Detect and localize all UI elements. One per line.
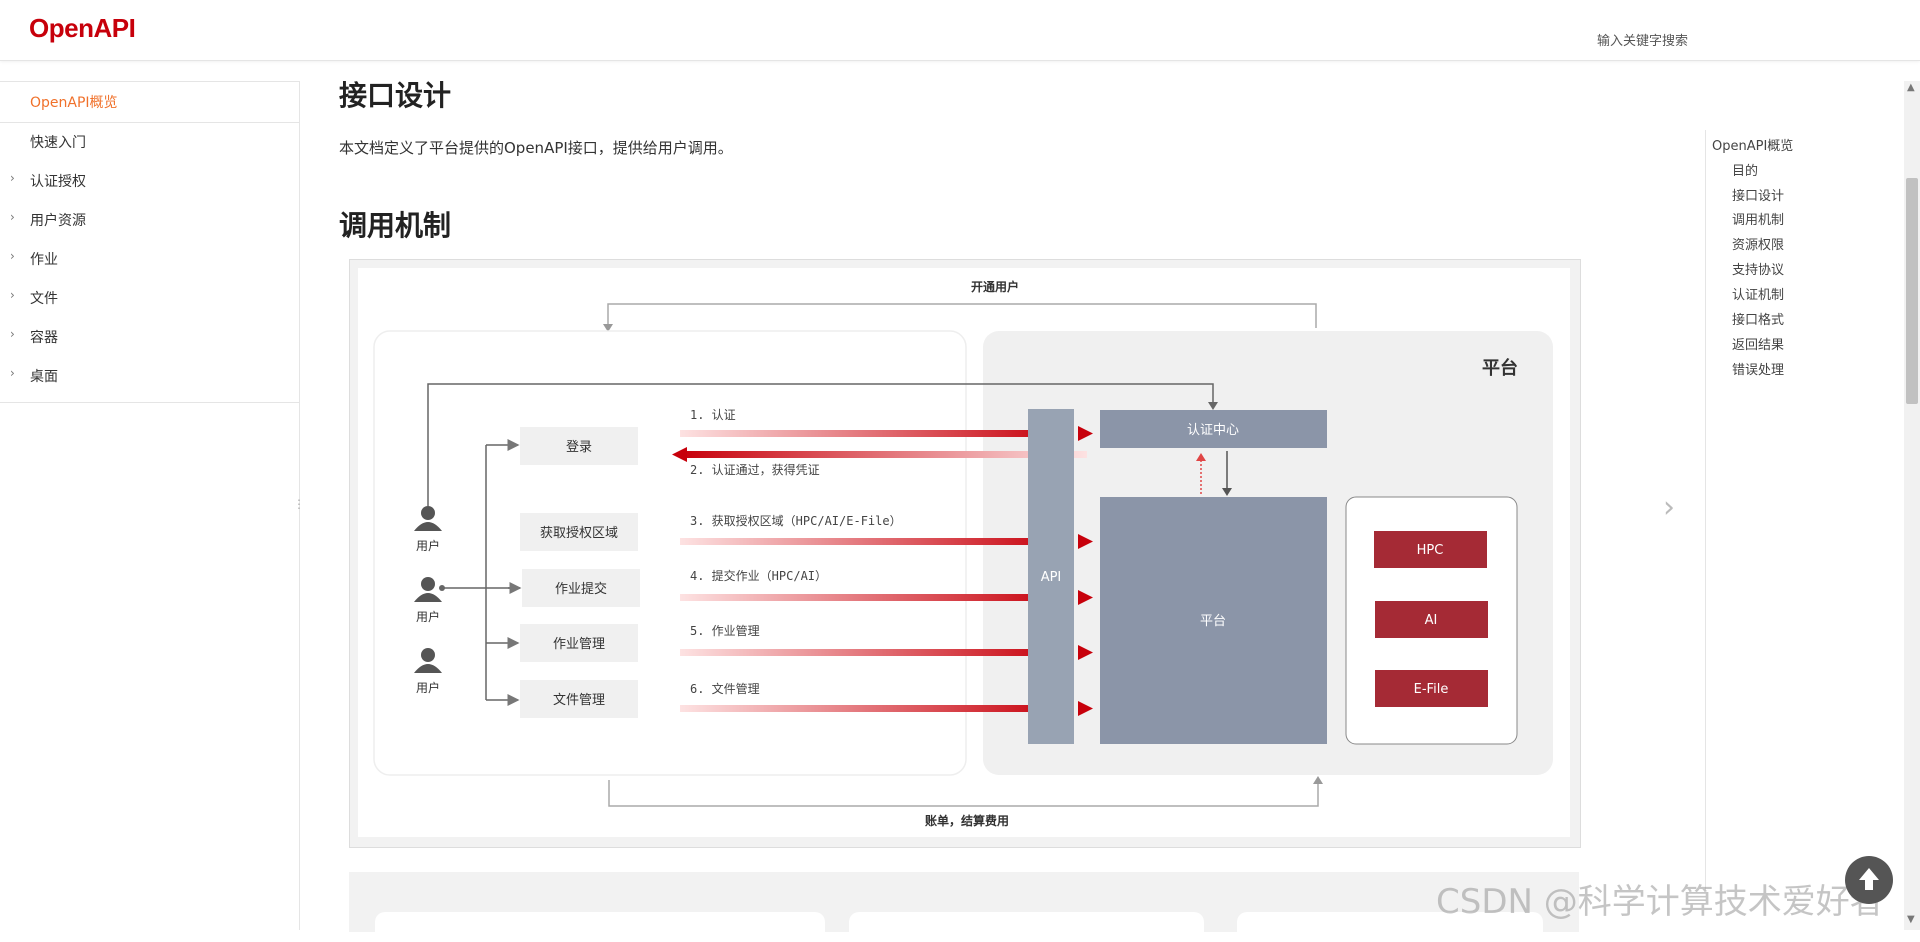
call-mechanism-diagram: 开通用户 账单，结算费用 平台 用户 用户 用户 登录 获取授权区域 作业提交 … (358, 268, 1570, 837)
action-label: 获取授权区域 (540, 525, 618, 541)
sidebar-item-quickstart[interactable]: 快速入门 (0, 122, 299, 160)
user-label: 用户 (416, 680, 440, 695)
diagram-svg: 开通用户 账单，结算费用 平台 用户 用户 用户 登录 获取授权区域 作业提交 … (373, 279, 1553, 828)
arrow-up-icon (1859, 868, 1879, 890)
chevron-right-icon[interactable]: › (1663, 490, 1675, 525)
sidebar-item-jobs[interactable]: › 作业 (0, 239, 299, 277)
step-label: 2. 认证通过，获得凭证 (690, 462, 820, 477)
sidebar-item-label: 文件 (30, 291, 58, 307)
sidebar-item-desktop[interactable]: › 桌面 (0, 356, 299, 394)
scroll-up-icon[interactable]: ▲ (1907, 82, 1915, 93)
platform-box-label: 平台 (1200, 614, 1226, 629)
watermark: CSDN @科学计算技术爱好者 (1436, 882, 1884, 922)
action-label: 文件管理 (553, 693, 605, 708)
arrow-step-5 (680, 649, 1065, 656)
toc-item[interactable]: 调用机制 (1732, 209, 1784, 228)
page-title: 接口设计 (339, 79, 452, 112)
step-label: 5. 作业管理 (690, 623, 760, 638)
section-title: 调用机制 (339, 209, 452, 242)
sidebar: OpenAPI概览 快速入门 › 认证授权 › 用户资源 › 作业 › 文件 ›… (0, 81, 300, 930)
service-label: AI (1425, 613, 1438, 628)
sidebar-item-auth[interactable]: › 认证授权 (0, 161, 299, 199)
chevron-right-icon: › (10, 366, 15, 380)
chevron-right-icon: › (10, 327, 15, 341)
toc-item[interactable]: 认证机制 (1732, 284, 1784, 303)
toc-divider (1705, 130, 1706, 890)
next-diagram-panel (375, 912, 825, 942)
sidebar-nav: OpenAPI概览 快速入门 › 认证授权 › 用户资源 › 作业 › 文件 ›… (0, 81, 299, 403)
search-input[interactable]: 输入关键字搜索 (1597, 30, 1688, 49)
arrow-step-1 (680, 430, 1065, 437)
action-label: 登录 (566, 440, 592, 455)
chevron-right-icon: › (10, 171, 15, 185)
sidebar-resize-handle[interactable]: ⋮ (293, 497, 305, 511)
sidebar-item-label: 桌面 (30, 369, 58, 385)
chevron-right-icon: › (10, 288, 15, 302)
auth-center-label: 认证中心 (1187, 423, 1239, 438)
next-diagram-frame (349, 872, 1579, 942)
sidebar-item-user-resources[interactable]: › 用户资源 (0, 200, 299, 238)
user-label: 用户 (416, 609, 440, 624)
sidebar-item-files[interactable]: › 文件 (0, 278, 299, 316)
sidebar-item-containers[interactable]: › 容器 (0, 317, 299, 355)
arrow-step-4 (680, 594, 1065, 601)
back-to-top-button[interactable] (1845, 856, 1893, 904)
step-label: 1. 认证 (690, 408, 736, 422)
api-label: API (1041, 570, 1062, 585)
scrollbar-thumb[interactable] (1906, 178, 1918, 404)
top-bar: OpenAPI 输入关键字搜索 (0, 0, 1920, 61)
bottom-connector-line (608, 780, 1319, 807)
intro-text: 本文档定义了平台提供的OpenAPI接口，提供给用户调用。 (339, 139, 733, 157)
sidebar-item-label: 作业 (30, 252, 58, 268)
step-label: 4. 提交作业（HPC/AI） (690, 568, 827, 583)
sidebar-item-label: 用户资源 (30, 213, 86, 229)
sidebar-item-overview[interactable]: OpenAPI概览 (0, 82, 299, 120)
toc-item[interactable]: 错误处理 (1732, 359, 1784, 378)
toc-item[interactable]: 目的 (1732, 160, 1758, 179)
top-label: 开通用户 (971, 279, 1019, 294)
bottom-label: 账单，结算费用 (925, 813, 1009, 828)
toc-item[interactable]: OpenAPI概览 (1712, 135, 1793, 154)
toc-item[interactable]: 资源权限 (1732, 234, 1784, 253)
sidebar-item-label: OpenAPI概览 (30, 95, 118, 111)
step-label: 3. 获取授权区域（HPC/AI/E-File） (690, 513, 902, 528)
top-connector-line (607, 303, 1317, 328)
sidebar-item-label: 快速入门 (30, 135, 86, 151)
step-label: 6. 文件管理 (690, 681, 760, 696)
diagram-frame: 开通用户 账单，结算费用 平台 用户 用户 用户 登录 获取授权区域 作业提交 … (349, 259, 1581, 848)
arrow-step-6 (680, 705, 1065, 712)
chevron-right-icon: › (10, 210, 15, 224)
user-label: 用户 (416, 538, 440, 553)
service-label: E-File (1414, 682, 1449, 697)
platform-title: 平台 (1482, 357, 1518, 379)
toc-item[interactable]: 接口格式 (1732, 309, 1784, 328)
chevron-right-icon: › (10, 249, 15, 263)
arrow-step-2 (680, 451, 1087, 458)
next-diagram-panel (849, 912, 1204, 942)
toc-item[interactable]: 接口设计 (1732, 185, 1784, 204)
toc-item[interactable]: 支持协议 (1732, 259, 1784, 278)
logo[interactable]: OpenAPI (29, 13, 136, 44)
sidebar-item-label: 容器 (30, 330, 58, 346)
toc-item[interactable]: 返回结果 (1732, 334, 1784, 353)
sidebar-item-label: 认证授权 (30, 174, 86, 190)
service-label: HPC (1417, 543, 1444, 558)
action-label: 作业管理 (553, 637, 605, 652)
scroll-down-icon[interactable]: ▼ (1907, 914, 1915, 925)
arrow-step-3 (680, 538, 1065, 545)
action-label: 作业提交 (555, 581, 607, 597)
